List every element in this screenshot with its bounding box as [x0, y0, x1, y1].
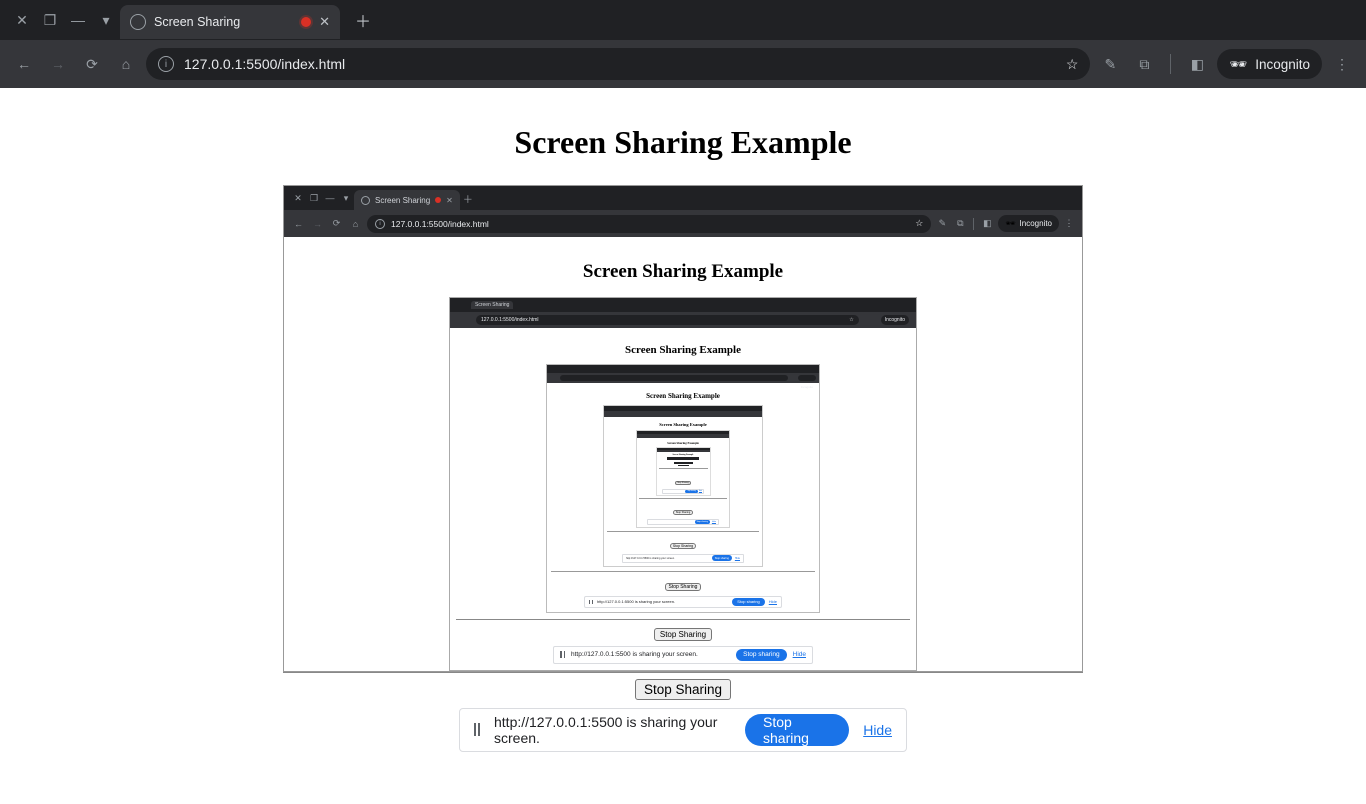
- browser-toolbar: ← → ⟳ ⌂ i 127.0.0.1:5500/index.html ☆ ✎ …: [0, 40, 1366, 88]
- nested-url-text: 127.0.0.1:5500/index.html: [391, 219, 489, 229]
- incognito-indicator[interactable]: 🕶 Incognito: [1217, 49, 1322, 79]
- extensions-icon[interactable]: ⧉: [1130, 50, 1158, 78]
- nested-page-title-l1: Screen Sharing Example: [583, 261, 783, 283]
- nested-stop-sharing-pill-l2: Stop sharing: [736, 649, 787, 661]
- globe-icon: [130, 14, 146, 30]
- pause-icon: [474, 723, 480, 736]
- nested-stop-sharing-l4: Stop Sharing: [670, 543, 696, 549]
- shared-screen-video: ✕ ❐ — ▾ Screen Sharing ✕ ＋ ← → ⟳: [283, 185, 1083, 672]
- minimize-window-icon[interactable]: —: [64, 6, 92, 34]
- new-tab-button[interactable]: ＋: [350, 8, 376, 32]
- nav-back-icon[interactable]: ←: [10, 50, 38, 78]
- incognito-icon: 🕶: [1229, 56, 1247, 73]
- side-panel-icon[interactable]: ◧: [1183, 50, 1211, 78]
- nav-forward-icon[interactable]: →: [44, 50, 72, 78]
- home-icon[interactable]: ⌂: [112, 50, 140, 78]
- restore-window-icon[interactable]: ❐: [36, 6, 64, 34]
- bookmark-star-icon[interactable]: ☆: [1066, 56, 1079, 73]
- address-bar[interactable]: i 127.0.0.1:5500/index.html ☆: [146, 48, 1090, 80]
- nested-page-title-l2: Screen Sharing Example: [450, 344, 916, 356]
- browser-chrome: ✕ ❐ — ▾ Screen Sharing ✕ ＋ ← → ⟳ ⌂ i 127…: [0, 0, 1366, 88]
- tab-screen-sharing[interactable]: Screen Sharing ✕: [120, 5, 340, 39]
- tab-title: Screen Sharing: [154, 15, 293, 29]
- nested-hide-l2: Hide: [793, 651, 806, 658]
- nested-globe-icon: [361, 196, 370, 205]
- page-title: Screen Sharing Example: [0, 124, 1366, 161]
- recording-indicator-icon: [301, 17, 311, 27]
- reload-icon[interactable]: ⟳: [78, 50, 106, 78]
- nested-recording-indicator-icon: [435, 197, 441, 203]
- nested-page-title-l4: Screen Sharing Example: [604, 422, 762, 427]
- tab-strip: ✕ ❐ — ▾ Screen Sharing ✕ ＋: [0, 0, 1366, 40]
- nested-tab-title: Screen Sharing: [375, 196, 430, 205]
- stop-sharing-pill-button[interactable]: Stop sharing: [745, 714, 849, 746]
- url-text: 127.0.0.1:5500/index.html: [184, 56, 345, 72]
- stop-sharing-button[interactable]: Stop Sharing: [635, 679, 731, 700]
- nested-stop-sharing-l3: Stop Sharing: [665, 583, 702, 591]
- nested-stop-sharing-l2: Stop Sharing: [654, 628, 712, 641]
- nested-page-title-l3: Screen Sharing Example: [547, 392, 819, 400]
- tab-dropdown-icon[interactable]: ▾: [92, 6, 120, 34]
- kebab-menu-icon[interactable]: ⋮: [1328, 50, 1356, 78]
- close-window-icon[interactable]: ✕: [8, 6, 36, 34]
- site-info-icon[interactable]: i: [158, 56, 174, 72]
- hide-share-notice-link[interactable]: Hide: [863, 722, 892, 738]
- toolbar-separator: [1170, 54, 1171, 74]
- screen-share-notice: http://127.0.0.1:5500 is sharing your sc…: [459, 708, 907, 752]
- share-notice-text: http://127.0.0.1:5500 is sharing your sc…: [494, 714, 731, 746]
- page-body: Screen Sharing Example ✕ ❐ — ▾ Screen Sh…: [0, 124, 1366, 804]
- nested-browser-chrome: ✕ ❐ — ▾ Screen Sharing ✕ ＋ ← → ⟳: [284, 186, 1082, 237]
- incognito-label: Incognito: [1255, 57, 1310, 72]
- page-controls: Stop Sharing http://127.0.0.1:5500 is sh…: [283, 672, 1083, 752]
- brush-icon[interactable]: ✎: [1096, 50, 1124, 78]
- close-tab-icon[interactable]: ✕: [319, 14, 330, 30]
- nested-share-text-l2: http://127.0.0.1:5500 is sharing your sc…: [571, 651, 730, 658]
